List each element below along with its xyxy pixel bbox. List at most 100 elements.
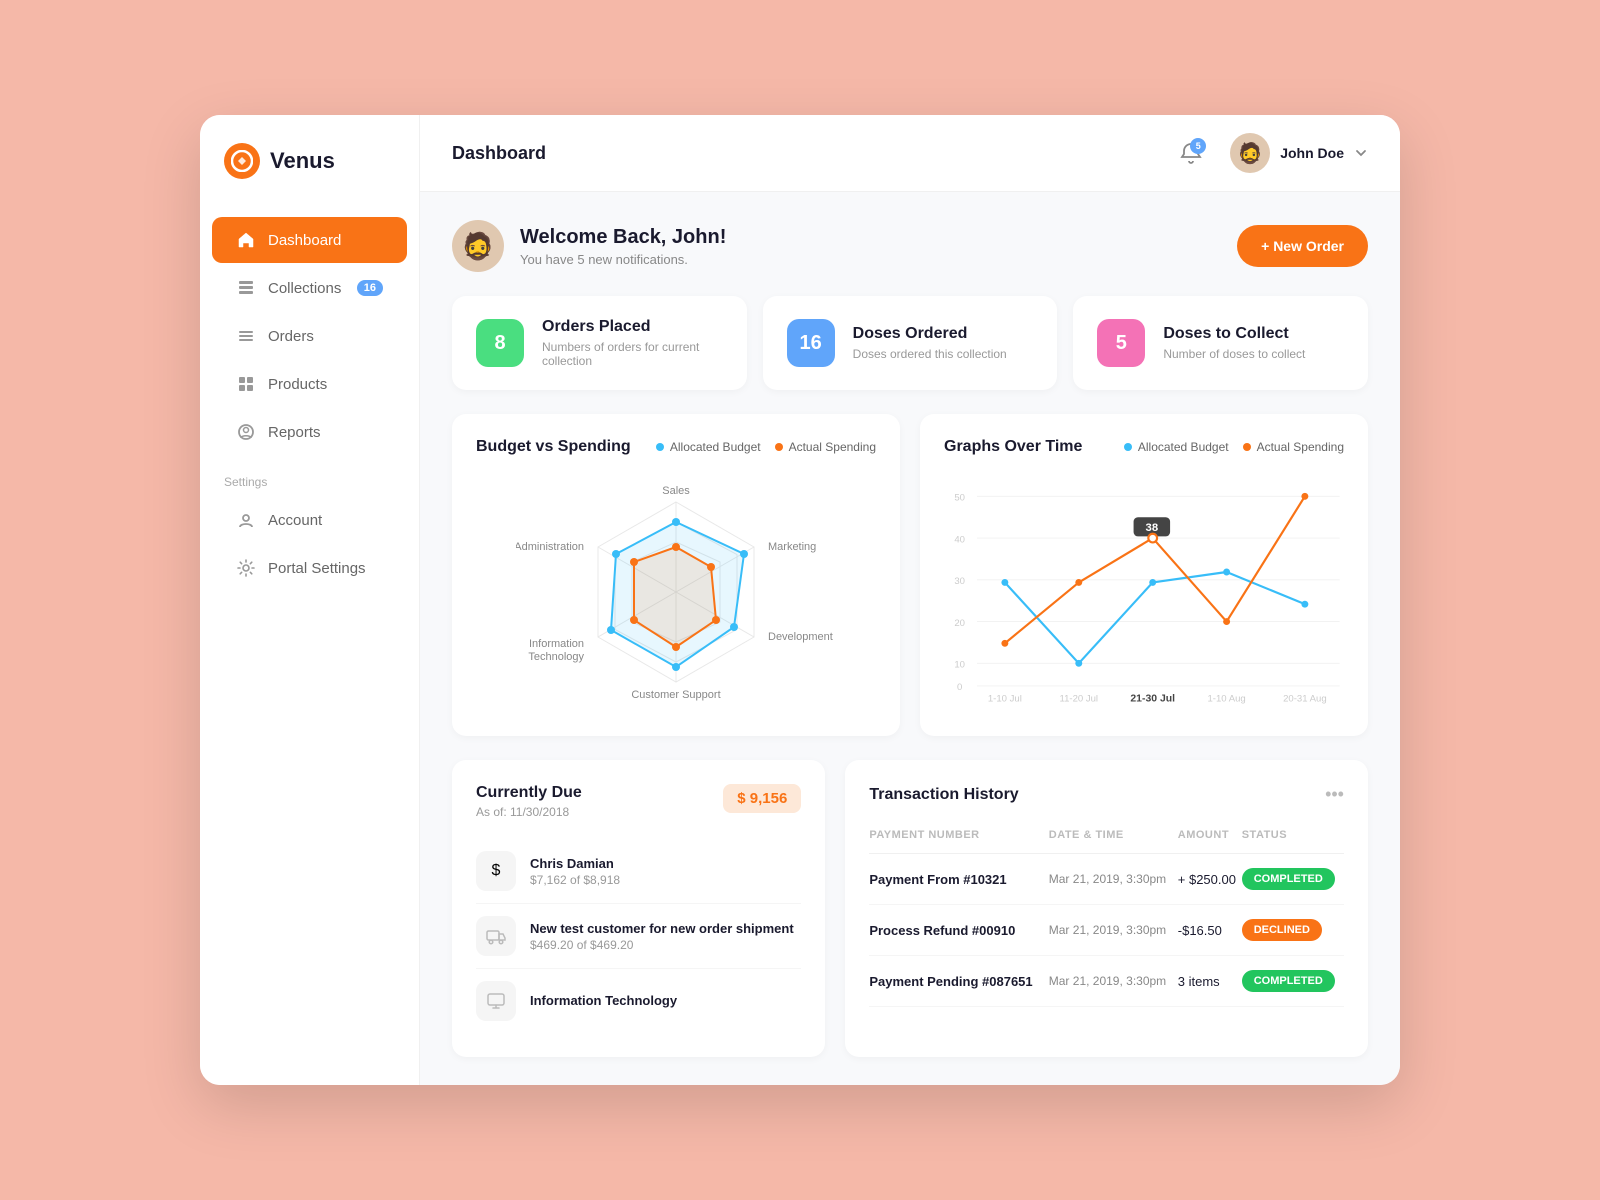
budget-chart-title: Budget vs Spending [476, 438, 631, 456]
table-row: Payment From #10321 Mar 21, 2019, 3:30pm… [869, 854, 1344, 905]
stat-badge-doses: 16 [787, 319, 835, 367]
txn-status-1: DECLINED [1242, 905, 1344, 956]
welcome-greeting: Welcome Back, John! [520, 226, 726, 249]
header-actions: 5 🧔 John Doe [1172, 133, 1368, 173]
nav-label-products: Products [268, 376, 327, 393]
main-content: Dashboard 5 🧔 John Doe [420, 115, 1400, 1085]
stat-label-doses: Doses Ordered [853, 325, 1007, 343]
transaction-history-card: Transaction History ••• Payment Number D… [845, 760, 1368, 1057]
svg-text:Sales: Sales [662, 485, 690, 497]
due-amount: $ 9,156 [723, 784, 801, 813]
orders-icon [236, 326, 256, 346]
sidebar: Venus Dashboard [200, 115, 420, 1085]
table-row: Process Refund #00910 Mar 21, 2019, 3:30… [869, 905, 1344, 956]
due-item: Information Technology [476, 969, 801, 1033]
col-payment: Payment Number [869, 823, 1048, 854]
col-status: Status [1242, 823, 1344, 854]
new-order-button[interactable]: + New Order [1237, 225, 1368, 267]
due-item: $ Chris Damian $7,162 of $8,918 [476, 839, 801, 904]
sidebar-item-reports[interactable]: Reports [212, 409, 407, 455]
svg-text:Development: Development [768, 631, 833, 643]
svg-text:Marketing: Marketing [768, 541, 816, 553]
svg-text:10: 10 [954, 660, 965, 671]
welcome-text: Welcome Back, John! You have 5 new notif… [520, 226, 726, 267]
legend-line-label-allocated: Allocated Budget [1138, 440, 1229, 454]
txn-status-2: COMPLETED [1242, 956, 1344, 1007]
welcome-avatar: 🧔 [452, 220, 504, 272]
legend-actual: Actual Spending [775, 440, 876, 454]
stat-info-orders: Orders Placed Numbers of orders for curr… [542, 318, 723, 368]
txn-amount-0: + $250.00 [1178, 854, 1242, 905]
stat-badge-collect: 5 [1097, 319, 1145, 367]
due-icon-dollar: $ [476, 851, 516, 891]
legend-label-allocated: Allocated Budget [670, 440, 761, 454]
user-menu[interactable]: 🧔 John Doe [1230, 133, 1368, 173]
bottom-row: Currently Due As of: 11/30/2018 $ 9,156 … [452, 760, 1368, 1057]
due-icon-truck [476, 916, 516, 956]
txn-table: Payment Number Date & Time Amount Status… [869, 823, 1344, 1007]
legend-line-dot-orange [1243, 443, 1251, 451]
welcome-subtitle: You have 5 new notifications. [520, 252, 726, 267]
line-chart-title: Graphs Over Time [944, 438, 1082, 456]
nav-label-portal-settings: Portal Settings [268, 560, 366, 577]
products-icon [236, 374, 256, 394]
stat-desc-doses: Doses ordered this collection [853, 347, 1007, 361]
svg-text:Technology: Technology [528, 651, 584, 663]
due-item: New test customer for new order shipment… [476, 904, 801, 969]
content-area: 🧔 Welcome Back, John! You have 5 new not… [420, 192, 1400, 1085]
due-title: Currently Due [476, 784, 582, 802]
legend-line-label-actual: Actual Spending [1257, 440, 1344, 454]
due-item-name-1: New test customer for new order shipment [530, 921, 794, 936]
txn-status-0: COMPLETED [1242, 854, 1344, 905]
radar-chart: Sales Marketing Development Customer Sup… [476, 472, 876, 712]
sidebar-item-portal-settings[interactable]: Portal Settings [212, 545, 407, 591]
txn-more-button[interactable]: ••• [1325, 784, 1344, 805]
sidebar-navigation: Dashboard Collections 16 [200, 207, 419, 1085]
budget-chart-header: Budget vs Spending Allocated Budget Actu… [476, 438, 876, 456]
svg-text:40: 40 [954, 534, 965, 545]
svg-text:1-10 Jul: 1-10 Jul [988, 694, 1022, 705]
stat-info-collect: Doses to Collect Number of doses to coll… [1163, 325, 1305, 361]
txn-amount-2: 3 items [1178, 956, 1242, 1007]
settings-icon [236, 558, 256, 578]
txn-thead: Payment Number Date & Time Amount Status [869, 823, 1344, 854]
welcome-left: 🧔 Welcome Back, John! You have 5 new not… [452, 220, 726, 272]
txn-datetime-2: Mar 21, 2019, 3:30pm [1049, 956, 1178, 1007]
due-item-info-1: New test customer for new order shipment… [530, 921, 794, 952]
svg-text:Administration: Administration [516, 541, 584, 553]
col-datetime: Date & Time [1049, 823, 1178, 854]
svg-text:Information: Information [529, 638, 584, 650]
txn-payment-2: Payment Pending #087651 [869, 956, 1048, 1007]
svg-text:38: 38 [1146, 522, 1159, 534]
svg-text:Customer Support: Customer Support [631, 689, 720, 701]
nav-label-reports: Reports [268, 424, 321, 441]
sidebar-item-dashboard[interactable]: Dashboard [212, 217, 407, 263]
txn-payment-0: Payment From #10321 [869, 854, 1048, 905]
line-chart: 50 40 30 20 10 0 [944, 472, 1344, 712]
status-badge-declined: DECLINED [1242, 919, 1322, 941]
stat-label-orders: Orders Placed [542, 318, 723, 336]
line-chart-card: Graphs Over Time Allocated Budget Actual… [920, 414, 1368, 736]
col-amount: Amount [1178, 823, 1242, 854]
currently-due-card: Currently Due As of: 11/30/2018 $ 9,156 … [452, 760, 825, 1057]
svg-text:0: 0 [957, 682, 962, 693]
status-badge-completed-2: COMPLETED [1242, 970, 1335, 992]
avatar: 🧔 [1230, 133, 1270, 173]
nav-label-account: Account [268, 512, 322, 529]
app-shell: Venus Dashboard [200, 115, 1400, 1085]
due-item-name-0: Chris Damian [530, 856, 620, 871]
sidebar-item-products[interactable]: Products [212, 361, 407, 407]
notifications-button[interactable]: 5 [1172, 134, 1210, 172]
logo[interactable]: Venus [200, 115, 419, 207]
legend-line-allocated: Allocated Budget [1124, 440, 1229, 454]
sidebar-item-collections[interactable]: Collections 16 [212, 265, 407, 311]
stat-cards: 8 Orders Placed Numbers of orders for cu… [452, 296, 1368, 390]
account-icon [236, 510, 256, 530]
sidebar-item-orders[interactable]: Orders [212, 313, 407, 359]
reports-icon [236, 422, 256, 442]
txn-tbody: Payment From #10321 Mar 21, 2019, 3:30pm… [869, 854, 1344, 1007]
logo-icon [224, 143, 260, 179]
legend-dot-orange [775, 443, 783, 451]
due-item-info-0: Chris Damian $7,162 of $8,918 [530, 856, 620, 887]
sidebar-item-account[interactable]: Account [212, 497, 407, 543]
